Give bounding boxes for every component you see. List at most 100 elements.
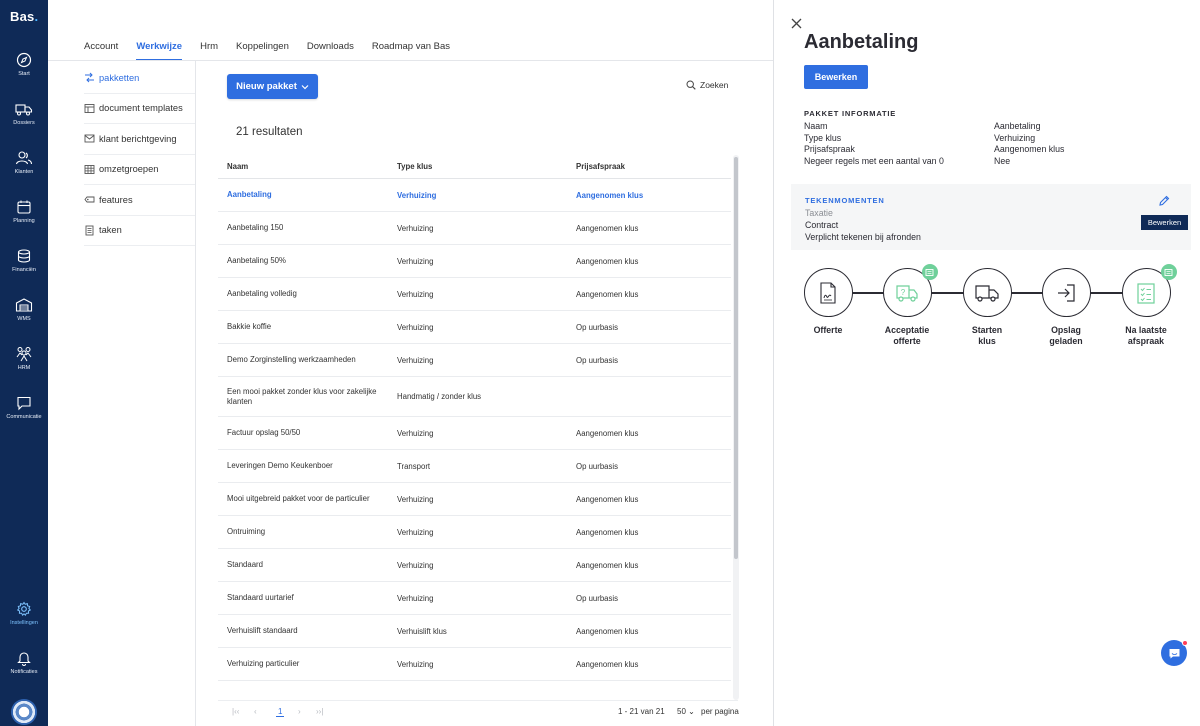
table-row[interactable]: Aanbetaling volledig Verhuizing Aangenomen… bbox=[218, 278, 731, 311]
step-label: Offerte bbox=[813, 325, 843, 335]
per-page-label: per pagina bbox=[701, 707, 739, 716]
table-row[interactable]: Mooi uitgebreid pakket voor de particuli… bbox=[218, 483, 731, 516]
close-button[interactable] bbox=[791, 16, 802, 34]
divider bbox=[195, 61, 196, 726]
tag-icon bbox=[84, 194, 95, 205]
nav-item-start[interactable]: Start bbox=[0, 52, 48, 92]
signing-moments-card: TEKENMOMENTEN Taxatie Contract Verplicht… bbox=[791, 184, 1191, 250]
step-circle[interactable] bbox=[803, 268, 853, 317]
main-nav: Bas. Start Dossiers Klanten Planning Fin… bbox=[0, 0, 48, 726]
subnav-item-taken[interactable]: taken bbox=[84, 216, 196, 246]
nav-item-wms[interactable]: WMS bbox=[0, 297, 48, 337]
subnav-item-features[interactable]: features bbox=[84, 185, 196, 216]
table-row[interactable]: Aanbetaling 150 Verhuizing Aangenomen klus bbox=[218, 212, 731, 245]
current-page[interactable]: 1 bbox=[276, 707, 285, 717]
table-row[interactable]: Een mooi pakket zonder klus voor zakelij… bbox=[218, 377, 731, 417]
tab-werkwijze[interactable]: Werkwijze bbox=[136, 41, 183, 61]
subnav-item-document-templates[interactable]: document templates bbox=[84, 94, 196, 124]
truck-icon bbox=[975, 284, 999, 302]
tab-hrm[interactable]: Hrm bbox=[200, 41, 218, 61]
cell-naam: Aanbetaling bbox=[227, 190, 272, 199]
table-row[interactable]: Demo Zorginstelling werkzaamheden Verhuiz… bbox=[218, 344, 731, 377]
table-row[interactable]: Ontruiming Verhuizing Aangenomen klus bbox=[218, 516, 731, 549]
table-scrollbar[interactable] bbox=[733, 155, 739, 700]
cell-type-klus: Verhuizing bbox=[397, 560, 434, 570]
info-row: Naam Aanbetaling bbox=[804, 121, 1184, 133]
step-circle[interactable]: ? bbox=[882, 264, 938, 317]
table-header: Naam Type klus Prijsafspraak bbox=[218, 155, 731, 179]
nav-item-klanten[interactable]: Klanten bbox=[0, 150, 48, 190]
nav-item-planning[interactable]: Planning bbox=[0, 199, 48, 239]
column-header-naam[interactable]: Naam bbox=[218, 162, 397, 172]
cell-type-klus: Verhuizing bbox=[397, 355, 434, 365]
tab-account[interactable]: Account bbox=[84, 41, 118, 61]
tab-koppelingen[interactable]: Koppelingen bbox=[236, 41, 289, 61]
new-package-button[interactable]: Nieuw pakket bbox=[227, 74, 318, 99]
scrollbar-thumb[interactable] bbox=[734, 157, 738, 559]
info-key: Prijsafspraak bbox=[804, 144, 855, 154]
edit-button[interactable]: Bewerken bbox=[804, 65, 868, 89]
table-row[interactable]: Standaard Verhuizing Aangenomen klus bbox=[218, 549, 731, 582]
cell-type-klus: Verhuizing bbox=[397, 593, 434, 603]
nav-item-financien[interactable]: Financiën bbox=[0, 248, 48, 288]
subnav-item-omzetgroepen[interactable]: omzetgroepen bbox=[84, 155, 196, 185]
nav-item-communicatie[interactable]: Communicatie bbox=[0, 395, 48, 435]
tab-downloads[interactable]: Downloads bbox=[307, 41, 354, 61]
subnav-item-klant-berichtgeving[interactable]: klant berichtgeving bbox=[84, 124, 196, 155]
step-circle[interactable] bbox=[962, 268, 1012, 317]
avatar[interactable] bbox=[11, 699, 37, 725]
cell-type-klus: Verhuizing bbox=[397, 289, 434, 299]
cell-prijsafspraak: Aangenomen klus bbox=[576, 494, 639, 504]
per-page-value: 50 bbox=[677, 707, 686, 716]
search-button[interactable]: Zoeken bbox=[686, 80, 728, 90]
edit-signing-button[interactable] bbox=[1158, 194, 1170, 212]
table-row[interactable]: Standaard uurtarief Verhuizing Op uurbasis bbox=[218, 582, 731, 615]
nav-label: Instellingen bbox=[10, 620, 38, 626]
info-value: Verhuizing bbox=[994, 132, 1036, 143]
per-page-select[interactable]: 50 ⌄ bbox=[677, 707, 695, 716]
last-page-icon[interactable]: ››| bbox=[316, 707, 323, 716]
table-row[interactable]: Aanbetaling 50% Verhuizing Aangenomen klus bbox=[218, 245, 731, 278]
template-icon bbox=[84, 103, 95, 114]
column-header-type-klus[interactable]: Type klus bbox=[397, 162, 576, 171]
table-row[interactable]: Verhuizing particulier Verhuizing Aangenom… bbox=[218, 648, 731, 681]
prev-page-icon[interactable]: ‹ bbox=[254, 707, 257, 716]
table-row[interactable]: Factuur opslag 50/50 Verhuizing Aangenomen… bbox=[218, 417, 731, 450]
table-row[interactable]: Bakkie koffie Verhuizing Op uurbasis bbox=[218, 311, 731, 344]
nav-item-dossiers[interactable]: Dossiers bbox=[0, 101, 48, 141]
notification-dot bbox=[1182, 640, 1188, 646]
nav-item-hrm[interactable]: HRM bbox=[0, 346, 48, 386]
cell-naam: Leveringen Demo Keukenboer bbox=[227, 461, 333, 470]
chat-icon bbox=[17, 396, 31, 411]
step-circle[interactable] bbox=[1121, 264, 1177, 317]
section-title: TEKENMOMENTEN bbox=[805, 196, 885, 205]
step-na-laatste-afspraak: Na laatste afspraak bbox=[1106, 264, 1186, 346]
table-row[interactable]: Verhuislift standaard Verhuislift klus Aan… bbox=[218, 615, 731, 648]
cell-prijsafspraak: Aangenomen klus bbox=[576, 626, 639, 636]
tab-roadmap[interactable]: Roadmap van Bas bbox=[372, 41, 450, 61]
package-detail-panel: Aanbetaling Bewerken PAKKET INFORMATIE N… bbox=[773, 0, 1200, 726]
support-chat-button[interactable] bbox=[1161, 640, 1188, 666]
table-row[interactable]: Aanbetaling Verhuizing Aangenomen klus bbox=[218, 179, 731, 212]
column-header-prijsafspraak[interactable]: Prijsafspraak bbox=[576, 162, 726, 171]
step-circle[interactable] bbox=[1041, 268, 1091, 317]
step-opslag-geladen: Opslag geladen bbox=[1026, 268, 1106, 346]
cell-naam: Mooi uitgebreid pakket voor de particuli… bbox=[227, 494, 370, 503]
app-logo[interactable]: Bas. bbox=[10, 9, 38, 24]
divider bbox=[48, 60, 773, 61]
nav-item-notificaties[interactable]: Notificaties bbox=[0, 650, 48, 690]
section-title: PAKKET INFORMATIE bbox=[804, 109, 897, 118]
cell-naam: Aanbetaling 150 bbox=[227, 223, 284, 232]
nav-label: HRM bbox=[17, 365, 31, 371]
cell-prijsafspraak: Op uurbasis bbox=[576, 355, 619, 365]
subnav-item-pakketten[interactable]: pakketten bbox=[84, 63, 196, 94]
info-value: Nee bbox=[994, 155, 1011, 166]
first-page-icon[interactable]: |‹‹ bbox=[232, 707, 239, 716]
results-count: 21 resultaten bbox=[236, 126, 303, 138]
page-range: 1 - 21 van 21 bbox=[618, 707, 665, 716]
next-page-icon[interactable]: › bbox=[298, 707, 301, 716]
nav-item-instellingen[interactable]: Instellingen bbox=[0, 601, 48, 641]
step-starten-klus: Starten klus bbox=[947, 268, 1027, 346]
table-row[interactable]: Leveringen Demo Keukenboer Transport Op uu… bbox=[218, 450, 731, 483]
info-row: Type klus Verhuizing bbox=[804, 133, 1184, 145]
